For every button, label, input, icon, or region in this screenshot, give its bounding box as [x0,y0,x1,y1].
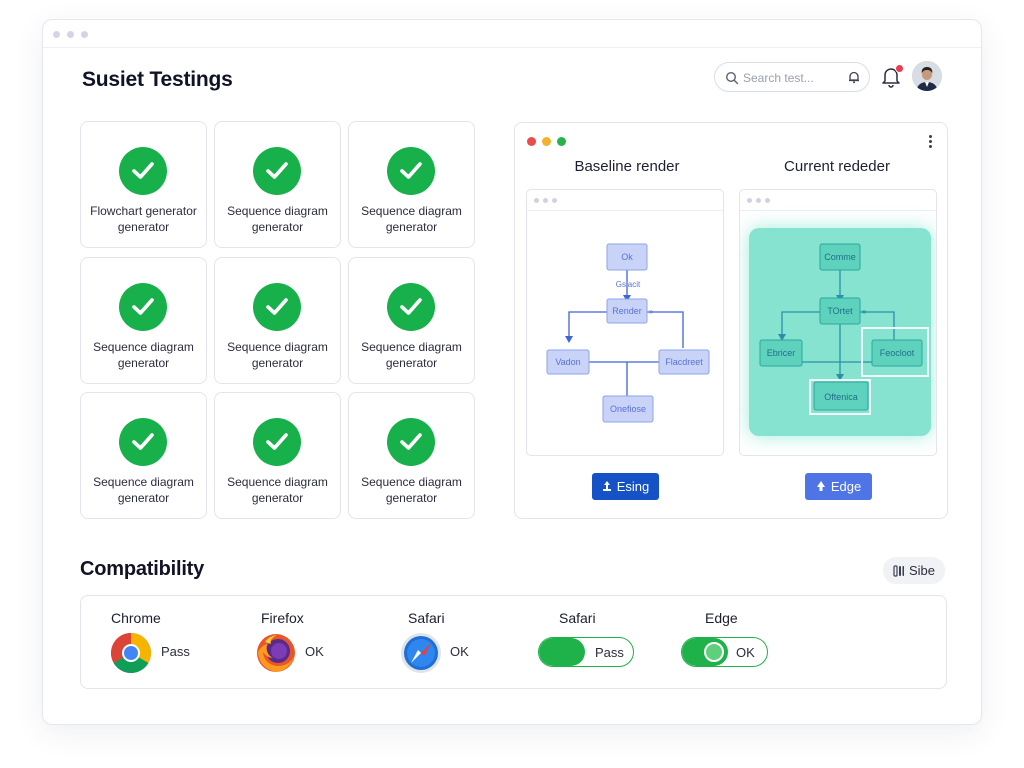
toggle-status-safari: Pass [595,645,624,660]
side-button[interactable]: Sibe [883,557,945,584]
baseline-arrow-marker: » [649,307,654,316]
baseline-node-right: Flacdreet [665,357,703,367]
current-node-top: Comme [824,252,856,262]
test-card-label: Sequence diagram generator [93,475,194,505]
test-card-label: Sequence diagram generator [93,340,194,370]
check-circle-icon [387,147,435,195]
search-input[interactable]: Search test... [714,62,870,92]
toggle-knob [704,642,724,662]
window-titlebar [43,20,981,48]
side-button-label: Sibe [908,563,936,578]
baseline-node-left: Vadon [555,357,580,367]
test-card-label: Sequence diagram generator [227,340,328,370]
check-circle-icon [119,147,167,195]
window-dot [53,31,60,38]
app-window: Susiet Testings Search test... Flowchart… [42,19,982,725]
test-card[interactable]: Sequence diagram generator [348,257,475,384]
check-circle-icon [119,418,167,466]
safari-icon [401,633,441,673]
test-card-label: Sequence diagram generator [361,204,462,234]
chrome-icon [111,633,151,673]
current-node-left: Ebricer [767,348,796,358]
search-icon [725,71,739,85]
current-button-label: Edge [830,479,862,494]
baseline-action-button[interactable]: Esing [592,473,659,500]
toggle-fill [539,638,585,666]
test-card-label: Flowchart generator generator [90,204,197,234]
test-card-label: Sequence diagram generator [361,340,462,370]
firefox-icon [257,634,295,672]
baseline-diagram: Ok Gslacit Render Vadon Flacdreet Onefio… [546,243,710,423]
test-card[interactable]: Sequence diagram generator [348,121,475,248]
user-avatar-icon [912,61,942,91]
current-render-frame: Comme TOrtet Ebricer Feocloot Oftenica » [739,189,937,456]
browser-name-edge: Edge [705,610,738,626]
check-circle-icon [119,283,167,331]
columns-icon [893,564,904,577]
check-circle-icon [387,283,435,331]
browser-status-safari: OK [450,644,469,659]
toggle-status-edge: OK [736,645,755,660]
browser-status-firefox: OK [305,644,324,659]
current-title: Current rededer [784,158,890,175]
avatar[interactable] [912,61,942,91]
current-diagram: Comme TOrtet Ebricer Feocloot Oftenica » [759,243,929,415]
baseline-edge-label: Gslacit [616,280,641,289]
safari-pass-toggle[interactable]: Pass [538,637,634,667]
render-comparison-panel: Baseline render Current rededer Ok Gslac… [514,122,948,519]
window-dot [81,31,88,38]
current-node-bottom: Oftenica [824,392,858,402]
compatibility-title: Compatibility [80,558,205,580]
browser-name-firefox: Firefox [261,610,304,626]
baseline-button-label: Esing [616,479,650,494]
browser-name-safari: Safari [408,610,445,626]
frame-titlebar [527,190,723,211]
window-dot-green [557,137,566,146]
current-node-center: TOrtet [827,306,853,316]
baseline-title: Baseline render [574,158,680,175]
current-node-right: Feocloot [880,348,915,358]
edge-ok-toggle[interactable]: OK [681,637,768,667]
current-action-button[interactable]: Edge [805,473,872,500]
test-card-label: Sequence diagram generator [361,475,462,505]
compatibility-panel: Chrome Pass Firefox OK Safari OK Safari … [80,595,947,689]
notification-badge [895,64,904,73]
window-dot-red [527,137,536,146]
frame-titlebar [740,190,936,211]
browser-status-chrome: Pass [161,644,190,659]
test-card[interactable]: Sequence diagram generator [214,392,341,519]
current-arrow-marker: » [862,307,867,316]
test-card-label: Sequence diagram generator [227,475,328,505]
check-circle-icon [253,147,301,195]
test-card[interactable]: Flowchart generator generator [80,121,207,248]
test-card[interactable]: Sequence diagram generator [348,392,475,519]
upload-icon [816,481,825,491]
baseline-render-frame: Ok Gslacit Render Vadon Flacdreet Onefio… [526,189,724,456]
check-circle-icon [253,418,301,466]
search-placeholder: Search test... [743,71,814,85]
window-dot [67,31,74,38]
check-circle-icon [253,283,301,331]
check-circle-icon [387,418,435,466]
page-title: Susiet Testings [82,68,233,91]
baseline-node-center: Render [612,306,642,316]
browser-name-chrome: Chrome [111,610,161,626]
test-card-label: Sequence diagram generator [227,204,328,234]
browser-name-safari-toggle: Safari [559,610,596,626]
window-dot-yellow [542,137,551,146]
baseline-node-bottom: Onefiose [610,404,646,414]
pin-icon [602,481,611,491]
test-card[interactable]: Sequence diagram generator [214,257,341,384]
test-card[interactable]: Sequence diagram generator [80,392,207,519]
notification-small-icon[interactable] [847,70,861,84]
baseline-node-top: Ok [621,252,633,262]
more-options-icon[interactable] [927,135,933,149]
test-card[interactable]: Sequence diagram generator [80,257,207,384]
test-card[interactable]: Sequence diagram generator [214,121,341,248]
